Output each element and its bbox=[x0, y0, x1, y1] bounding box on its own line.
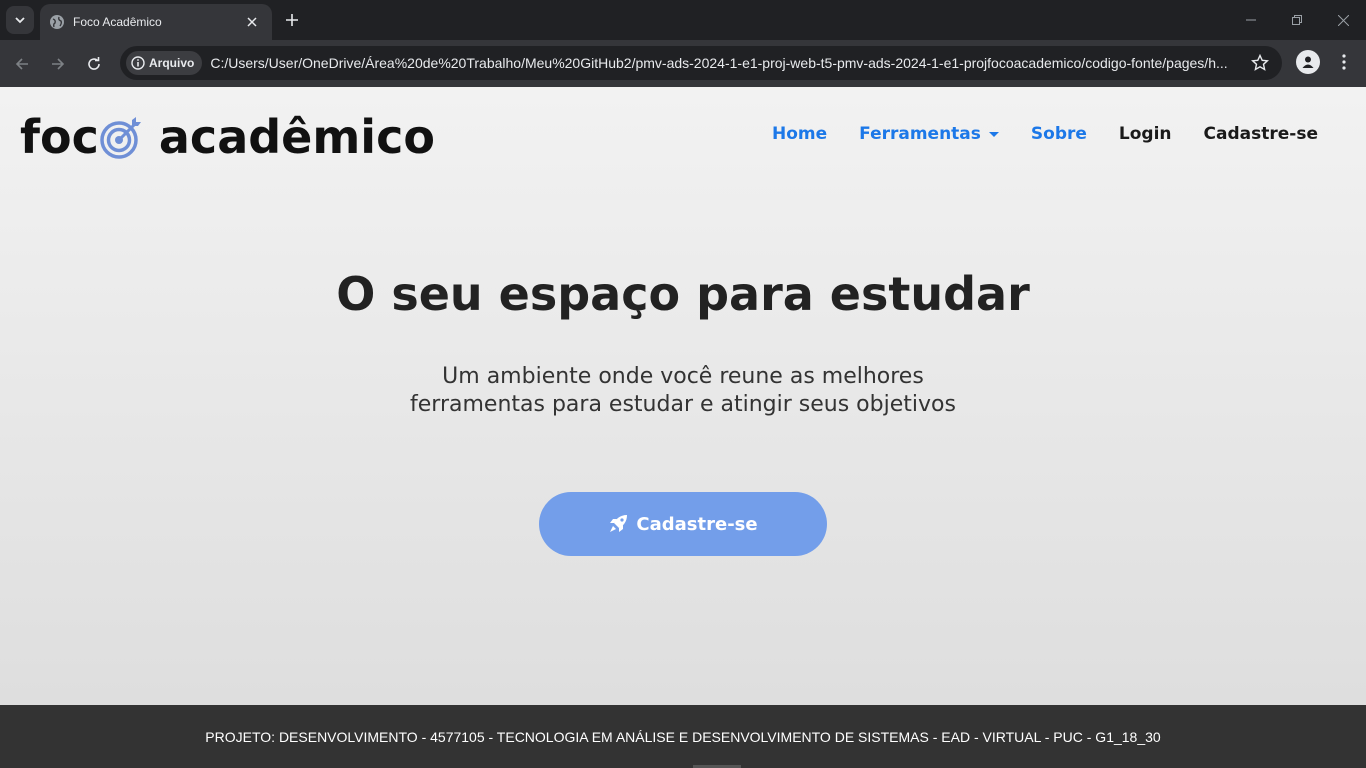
tab-title: Foco Acadêmico bbox=[73, 15, 162, 29]
reload-button[interactable] bbox=[80, 50, 108, 78]
back-button[interactable] bbox=[8, 50, 36, 78]
bookmark-star-icon[interactable] bbox=[1250, 53, 1270, 73]
hero-subtitle-line2: ferramentas para estudar e atingir seus … bbox=[410, 392, 956, 417]
nav-ferramentas-dropdown[interactable]: Ferramentas bbox=[859, 124, 999, 144]
url-text[interactable]: C:/Users/User/OneDrive/Área%20de%20Traba… bbox=[210, 55, 1240, 71]
page-viewport: foc acadêmico Home Ferramentas Sobre Log… bbox=[0, 87, 1366, 705]
profile-avatar-icon[interactable] bbox=[1296, 50, 1320, 74]
nav-home[interactable]: Home bbox=[772, 124, 827, 144]
plus-icon bbox=[286, 14, 298, 26]
chevron-down-icon bbox=[15, 17, 25, 24]
page-footer: PROJETO: DESENVOLVIMENTO - 4577105 - TEC… bbox=[0, 705, 1366, 768]
forward-button[interactable] bbox=[44, 50, 72, 78]
main-nav: Home Ferramentas Sobre Login Cadastre-se bbox=[740, 124, 1318, 144]
hero-subtitle-line1: Um ambiente onde você reune as melhores bbox=[442, 364, 924, 389]
cta-signup-button[interactable]: Cadastre-se bbox=[539, 492, 827, 556]
nav-ferramentas-label: Ferramentas bbox=[859, 124, 981, 144]
caret-down-icon bbox=[988, 131, 999, 137]
arrow-right-icon bbox=[52, 58, 65, 70]
close-tab-icon[interactable] bbox=[242, 12, 262, 32]
info-icon bbox=[131, 56, 145, 70]
logo-text-part2: acadêmico bbox=[158, 110, 435, 164]
footer-text: PROJETO: DESENVOLVIMENTO - 4577105 - TEC… bbox=[205, 728, 1161, 745]
browser-tab[interactable]: Foco Acadêmico bbox=[40, 4, 272, 40]
close-window-button[interactable] bbox=[1320, 0, 1366, 40]
rocket-icon bbox=[608, 514, 628, 534]
browser-tab-bar: Foco Acadêmico bbox=[0, 0, 1366, 40]
site-logo[interactable]: foc acadêmico bbox=[20, 109, 435, 165]
site-info-chip[interactable]: Arquivo bbox=[126, 51, 203, 75]
nav-login[interactable]: Login bbox=[1119, 124, 1172, 144]
logo-text-part1: foc bbox=[20, 110, 99, 164]
tab-search-button[interactable] bbox=[6, 6, 34, 34]
restore-icon bbox=[1292, 15, 1302, 25]
reload-icon bbox=[88, 57, 100, 70]
minimize-button[interactable] bbox=[1228, 0, 1274, 40]
menu-kebab-icon[interactable] bbox=[1332, 50, 1356, 74]
restore-button[interactable] bbox=[1274, 0, 1320, 40]
minimize-icon bbox=[1246, 19, 1256, 21]
arrow-left-icon bbox=[15, 58, 28, 70]
new-tab-button[interactable] bbox=[280, 8, 304, 32]
target-icon bbox=[99, 116, 143, 160]
nav-cadastre-se[interactable]: Cadastre-se bbox=[1204, 124, 1318, 144]
browser-toolbar: Arquivo C:/Users/User/OneDrive/Área%20de… bbox=[0, 40, 1366, 87]
site-chip-label: Arquivo bbox=[149, 56, 195, 70]
nav-sobre[interactable]: Sobre bbox=[1031, 124, 1087, 144]
cta-label: Cadastre-se bbox=[636, 513, 758, 535]
globe-icon bbox=[49, 14, 65, 30]
hero-subtitle: Um ambiente onde você reune as melhores … bbox=[383, 363, 983, 419]
hero-title: O seu espaço para estudar bbox=[336, 267, 1030, 321]
close-icon bbox=[1337, 14, 1349, 26]
address-bar[interactable]: Arquivo C:/Users/User/OneDrive/Área%20de… bbox=[120, 46, 1282, 80]
